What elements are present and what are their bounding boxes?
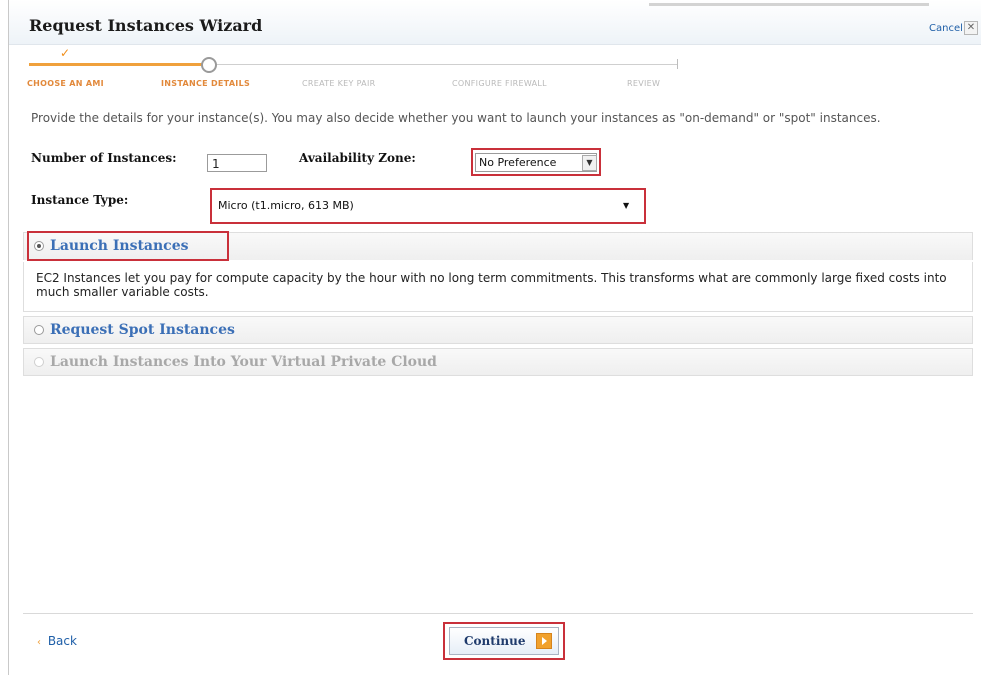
step-instance-details: INSTANCE DETAILS	[161, 79, 251, 88]
dropdown-arrow-icon[interactable]: ▼	[582, 155, 597, 171]
back-arrow-icon: ‹	[37, 637, 41, 648]
wizard-titlebar: Request Instances Wizard Cancel ✕	[9, 0, 981, 45]
close-icon[interactable]: ✕	[964, 21, 978, 35]
cancel-link[interactable]: Cancel	[929, 23, 963, 34]
footer-divider	[23, 613, 973, 614]
step-create-key-pair: CREATE KEY PAIR	[302, 79, 376, 88]
wizard-steps: ✓ CHOOSE AN AMI INSTANCE DETAILS CREATE …	[9, 46, 981, 90]
continue-button[interactable]: Continue	[449, 627, 559, 655]
back-label: Back	[47, 634, 77, 648]
launch-vpc-label: Launch Instances Into Your Virtual Priva…	[50, 354, 437, 370]
back-link[interactable]: ‹ Back	[37, 634, 77, 648]
num-instances-label: Number of Instances:	[31, 151, 177, 165]
availability-zone-label: Availability Zone:	[299, 151, 416, 165]
availability-zone-select[interactable]: No Preference ▼	[475, 153, 597, 172]
step-choose-ami: CHOOSE AN AMI	[27, 79, 104, 88]
launch-vpc-panel: Launch Instances Into Your Virtual Priva…	[23, 348, 973, 376]
request-spot-instances-panel[interactable]: Request Spot Instances	[23, 316, 973, 344]
num-instances-input[interactable]: 1	[207, 154, 267, 172]
request-spot-instances-radio[interactable]	[34, 325, 44, 335]
instance-type-select[interactable]: Micro (t1.micro, 613 MB) ▼	[214, 196, 639, 216]
dropdown-arrow-icon[interactable]: ▼	[623, 197, 629, 215]
current-step-circle-icon	[201, 57, 217, 73]
launch-vpc-radio	[34, 357, 44, 367]
continue-label: Continue	[464, 634, 526, 648]
step-configure-firewall: CONFIGURE FIREWALL	[452, 79, 547, 88]
wizard-title: Request Instances Wizard	[29, 16, 263, 35]
request-instances-wizard: Request Instances Wizard Cancel ✕ ✓ CHOO…	[8, 0, 981, 675]
launch-instances-description: EC2 Instances let you pay for compute ca…	[23, 262, 973, 312]
checkmark-icon: ✓	[60, 46, 71, 60]
instance-type-value: Micro (t1.micro, 613 MB)	[218, 199, 354, 212]
availability-zone-value: No Preference	[479, 156, 557, 169]
launch-instances-highlight	[27, 231, 229, 261]
step-end-marker	[677, 59, 678, 69]
title-divider-line	[649, 3, 929, 6]
play-arrow-icon	[536, 633, 552, 649]
intro-text: Provide the details for your instance(s)…	[31, 111, 881, 125]
request-spot-instances-label: Request Spot Instances	[50, 322, 235, 338]
instance-type-label: Instance Type:	[31, 193, 129, 207]
step-review: REVIEW	[627, 79, 661, 88]
step-progress	[29, 63, 207, 66]
